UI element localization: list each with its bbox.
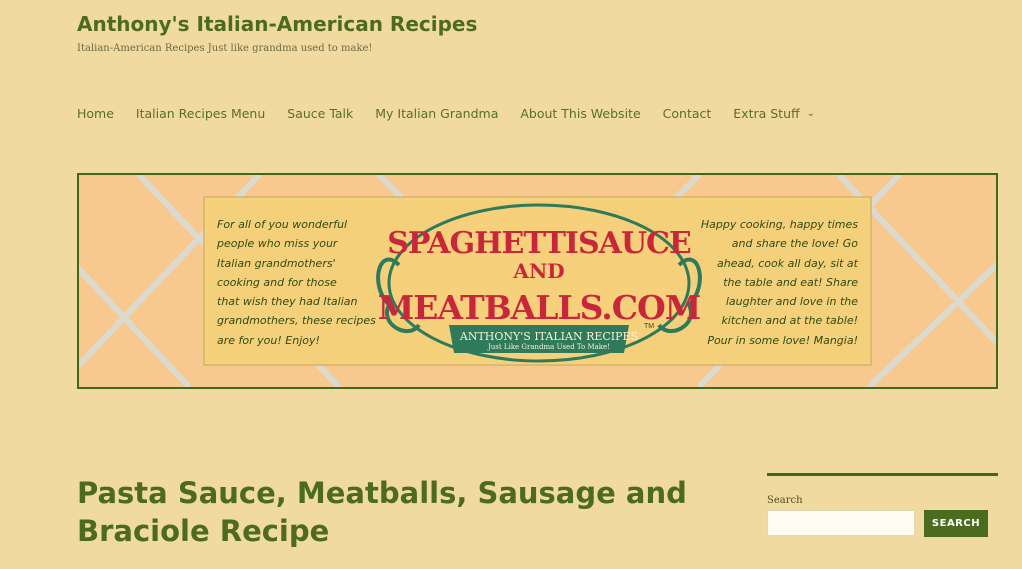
logo-subtitle-main: ANTHONY'S ITALIAN RECIPES: [459, 330, 639, 343]
banner-right-line: Pour in some love! Mangia!: [707, 333, 858, 347]
banner-left-line: cooking and for those: [217, 275, 337, 289]
nav-item-sauce-talk[interactable]: Sauce Talk: [287, 106, 353, 121]
logo-subtitle-small: Just Like Grandma Used To Make!: [487, 343, 611, 351]
site-title[interactable]: Anthony's Italian-American Recipes: [77, 12, 477, 36]
nav-item-home[interactable]: Home: [77, 106, 114, 121]
nav-item-italian-recipes-menu[interactable]: Italian Recipes Menu: [136, 106, 265, 121]
banner-left-line: are for you! Enjoy!: [217, 333, 320, 347]
banner-left-line: grandmothers, these recipes: [217, 314, 376, 328]
banner-left-text: For all of you wonderful people who miss…: [217, 215, 387, 350]
search-input[interactable]: [767, 510, 915, 536]
site-tagline: Italian-American Recipes Just like grand…: [77, 43, 373, 54]
banner-right-line: and share the love! Go: [731, 237, 858, 251]
banner-right-line: laughter and love in the: [725, 295, 858, 309]
post-title-line: Pasta Sauce, Meatballs, Sausage and: [77, 476, 687, 510]
nav-item-extra-stuff-label: Extra Stuff: [733, 106, 800, 121]
banner-right-line: the table and eat! Share: [723, 275, 858, 289]
chevron-down-icon[interactable]: ⌄: [807, 108, 815, 119]
banner-right-line: ahead, cook all day, sit at: [717, 256, 858, 270]
banner-right-line: kitchen and at the table!: [721, 314, 858, 328]
post-title-line: Braciole Recipe: [77, 514, 330, 548]
logo-subtitle: ANTHONY'S ITALIAN RECIPES Just Like Gran…: [439, 330, 659, 351]
search-label: Search: [767, 495, 803, 506]
nav-item-about-this-website[interactable]: About This Website: [520, 106, 640, 121]
logo-and: AND: [513, 259, 565, 283]
banner-left-line: For all of you wonderful: [217, 218, 348, 231]
header-banner-image[interactable]: For all of you wonderful people who miss…: [77, 173, 998, 389]
logo-trademark: TM: [644, 323, 655, 330]
main-navigation: Home Italian Recipes Menu Sauce Talk My …: [77, 106, 837, 121]
nav-item-my-italian-grandma[interactable]: My Italian Grandma: [375, 106, 498, 121]
sidebar-divider: [767, 473, 998, 476]
nav-item-contact[interactable]: Contact: [663, 106, 712, 121]
logo-line-meatballs: MEATBALLS.COM: [377, 288, 702, 327]
post-title: Pasta Sauce, Meatballs, Sausage and Brac…: [77, 474, 717, 550]
nav-item-extra-stuff[interactable]: Extra Stuff ⌄: [733, 106, 815, 121]
banner-left-line: people who miss your: [217, 237, 338, 251]
search-button[interactable]: SEARCH: [924, 510, 988, 537]
banner-right-line: Happy cooking, happy times: [700, 218, 858, 231]
banner-left-line: Italian grandmothers': [217, 256, 336, 270]
banner-left-line: that wish they had Italian: [217, 295, 358, 309]
banner-right-text: Happy cooking, happy times and share the…: [696, 215, 858, 350]
